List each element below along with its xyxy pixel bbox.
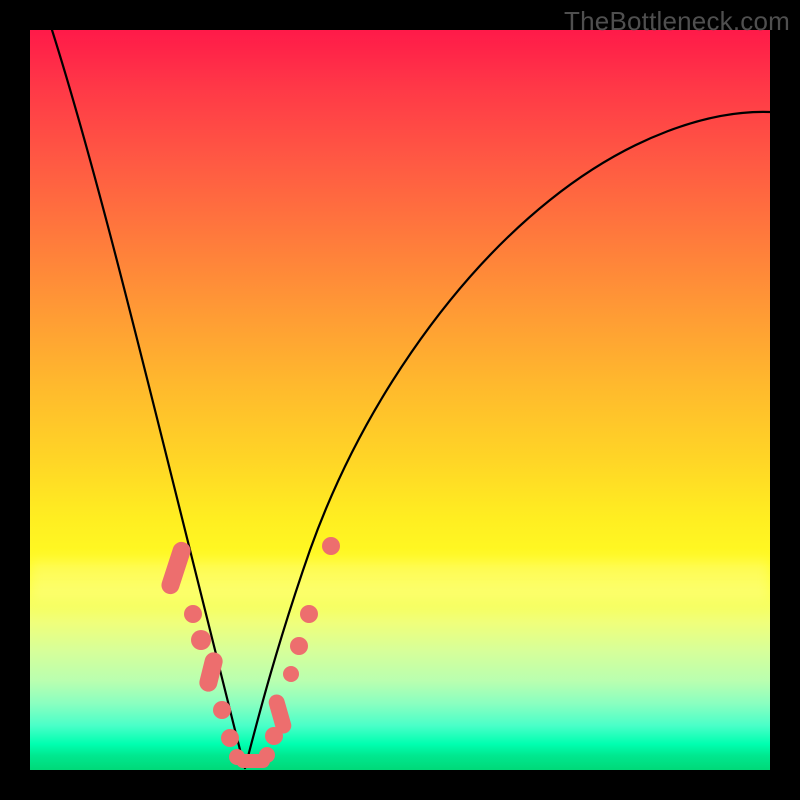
marker-dot <box>259 747 275 763</box>
right-curve <box>245 112 770 768</box>
marker-pill <box>159 540 193 597</box>
plot-area <box>30 30 770 770</box>
curve-layer <box>30 30 770 770</box>
marker-dot <box>191 630 211 650</box>
marker-dot <box>322 537 340 555</box>
marker-dot <box>283 666 299 682</box>
scatter-markers <box>159 537 340 768</box>
watermark-text: TheBottleneck.com <box>564 6 790 37</box>
marker-dot <box>290 637 308 655</box>
marker-dot <box>213 701 231 719</box>
marker-dot <box>221 729 239 747</box>
marker-dot <box>300 605 318 623</box>
chart-frame: TheBottleneck.com <box>0 0 800 800</box>
marker-dot <box>184 605 202 623</box>
